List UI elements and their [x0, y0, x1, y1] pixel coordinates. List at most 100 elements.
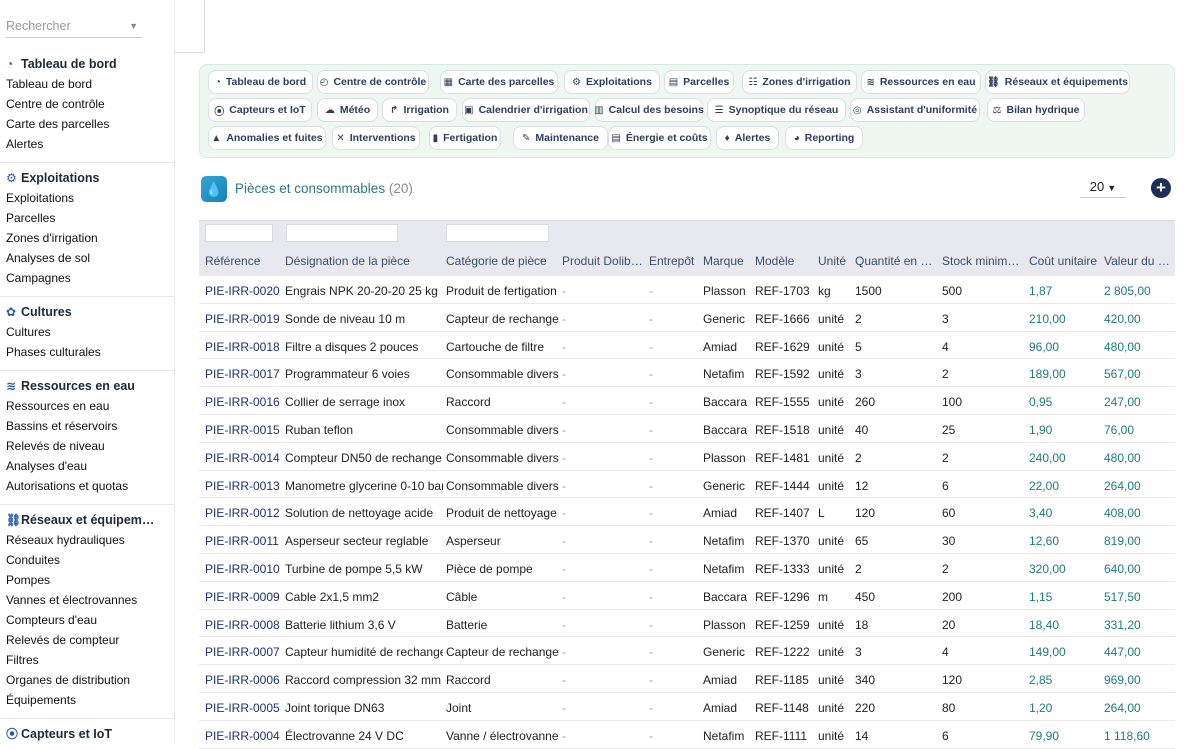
column-header[interactable]: Stock minim… — [942, 254, 1026, 268]
tab-bilan-hydrique[interactable]: ⚖ Bilan hydrique — [987, 98, 1085, 122]
column-header[interactable]: Modèle — [755, 254, 815, 268]
search-input[interactable]: Rechercher ▼ — [6, 14, 142, 38]
sidebar-item[interactable]: Tableau de bord — [6, 74, 171, 94]
table-row[interactable]: PIE-IRR-0019 Sonde de niveau 10 m Capteur … — [199, 304, 1175, 332]
table-row[interactable]: PIE-IRR-0017 Programmateur 6 voies Consomm… — [199, 359, 1175, 388]
record-link[interactable]: PIE-IRR-0020 — [205, 284, 283, 298]
record-link[interactable]: PIE-IRR-0005 — [205, 701, 283, 715]
column-header[interactable]: Produit Dolib… — [562, 254, 646, 268]
tab-assistant-d-uniformit-[interactable]: ◎ Assistant d'uniformité — [850, 98, 980, 122]
menu-group-title[interactable]: ⦿ Capteurs et IoT — [6, 724, 171, 743]
tab-ressources-en-eau[interactable]: ≋ Ressources en eau — [861, 70, 981, 94]
tab-alertes[interactable]: ♦ Alertes — [716, 126, 779, 150]
tab-anomalies-et-fuites[interactable]: ▲ Anomalies et fuites — [208, 126, 326, 150]
record-link[interactable]: PIE-IRR-0013 — [205, 479, 283, 493]
table-row[interactable]: PIE-IRR-0008 Batterie lithium 3,6 V Batter… — [199, 610, 1175, 638]
sidebar-item[interactable]: Centre de contrôle — [6, 94, 171, 114]
add-record-button[interactable]: + — [1151, 178, 1171, 198]
column-header[interactable]: Valeur du st… — [1104, 254, 1174, 268]
record-link[interactable]: PIE-IRR-0018 — [205, 340, 283, 354]
sidebar-item[interactable]: Alertes — [6, 134, 171, 154]
record-link[interactable]: PIE-IRR-0016 — [205, 395, 283, 409]
table-row[interactable]: PIE-IRR-0007 Capteur humidité de rechange… — [199, 637, 1175, 666]
table-row[interactable]: PIE-IRR-0015 Ruban teflon Consommable dive… — [199, 415, 1175, 443]
menu-group-title[interactable]: ⛓ Réseaux et équipem… — [6, 510, 171, 530]
sidebar-item[interactable]: Analyses de sol — [6, 248, 171, 268]
sidebar-item[interactable]: Parcelles — [6, 208, 171, 228]
tab-fertigation[interactable]: ▮ Fertigation — [429, 126, 501, 150]
sidebar-item[interactable]: Carte des parcelles — [6, 114, 171, 134]
column-filter-input[interactable] — [286, 224, 398, 242]
column-header[interactable]: Désignation de la pièce — [285, 254, 443, 268]
sidebar-item[interactable]: Ressources en eau — [6, 396, 171, 416]
table-row[interactable]: PIE-IRR-0016 Collier de serrage inox Racco… — [199, 387, 1175, 415]
column-header[interactable]: Catégorie de pièce — [446, 254, 560, 268]
column-header[interactable]: Unité — [818, 254, 853, 268]
record-link[interactable]: PIE-IRR-0019 — [205, 312, 283, 326]
sidebar-item[interactable]: Bassins et réservoirs — [6, 416, 171, 436]
table-row[interactable]: PIE-IRR-0011 Asperseur secteur reglable As… — [199, 526, 1175, 554]
record-link[interactable]: PIE-IRR-0011 — [205, 534, 283, 548]
chevron-down-icon[interactable]: ▼ — [129, 14, 138, 38]
sidebar-item[interactable]: Campagnes — [6, 268, 171, 288]
tab-calcul-des-besoins[interactable]: ▥ Calcul des besoins — [594, 98, 704, 122]
table-row[interactable]: PIE-IRR-0013 Manometre glycerine 0-10 bar… — [199, 471, 1175, 499]
table-row[interactable]: PIE-IRR-0004 Électrovanne 24 V DC Vanne / … — [199, 721, 1175, 749]
tab-irrigation[interactable]: ↱ Irrigation — [382, 98, 457, 122]
sidebar-item[interactable]: Pompes — [6, 570, 171, 590]
sidebar-item[interactable]: Réseaux hydrauliques — [6, 530, 171, 550]
record-link[interactable]: PIE-IRR-0007 — [205, 645, 283, 659]
record-link[interactable]: PIE-IRR-0017 — [205, 367, 283, 381]
tab-carte-des-parcelles[interactable]: ▦ Carte des parcelles — [440, 70, 558, 94]
tab--nergie-et-co-ts[interactable]: ▤ Énergie et coûts — [608, 126, 711, 150]
sidebar-item[interactable]: Équipements — [6, 690, 171, 710]
sidebar-item[interactable]: Filtres — [6, 650, 171, 670]
table-row[interactable]: PIE-IRR-0014 Compteur DN50 de rechange Con… — [199, 443, 1175, 471]
tab-maintenance[interactable]: ✎ Maintenance — [513, 126, 608, 150]
menu-group-title[interactable]: ≋ Ressources en eau — [6, 376, 171, 396]
table-row[interactable]: PIE-IRR-0006 Raccord compression 32 mm Rac… — [199, 665, 1175, 693]
tab-reporting[interactable]: ◕ Reporting — [785, 126, 863, 150]
page-size-select[interactable]: 20 ▼ — [1080, 178, 1126, 198]
menu-group-title[interactable]: ✿ Cultures — [6, 302, 171, 322]
sidebar-item[interactable]: Cultures — [6, 322, 171, 342]
tab-r-seaux-et-quipements[interactable]: ⛓ Réseaux et équipements — [985, 70, 1130, 94]
table-row[interactable]: PIE-IRR-0010 Turbine de pompe 5,5 kW Pièce… — [199, 554, 1175, 582]
record-link[interactable]: PIE-IRR-0010 — [205, 562, 283, 576]
sidebar-item[interactable]: Zones d'irrigation — [6, 228, 171, 248]
table-row[interactable]: PIE-IRR-0018 Filtre a disques 2 pouces Car… — [199, 332, 1175, 360]
column-filter-input[interactable] — [446, 224, 549, 242]
sidebar-item[interactable]: Organes de distribution — [6, 670, 171, 690]
sidebar-item[interactable]: Exploitations — [6, 188, 171, 208]
tab-synoptique-du-r-seau[interactable]: ☰ Synoptique du réseau — [707, 98, 846, 122]
sidebar-item[interactable]: Analyses d'eau — [6, 456, 171, 476]
tab-parcelles[interactable]: ▤ Parcelles — [664, 70, 734, 94]
record-link[interactable]: PIE-IRR-0009 — [205, 590, 283, 604]
tab-capteurs-et-iot[interactable]: ⦿ Capteurs et IoT — [208, 98, 312, 122]
sidebar-item[interactable]: Vannes et électrovannes — [6, 590, 171, 610]
sidebar-item[interactable]: Compteurs d'eau — [6, 610, 171, 630]
tab-zones-d-irrigation[interactable]: ☷ Zones d'irrigation — [742, 70, 857, 94]
sidebar-item[interactable]: Relevés de compteur — [6, 630, 171, 650]
sidebar-item[interactable]: Conduites — [6, 550, 171, 570]
tab-centre-de-contr-le[interactable]: ◴ Centre de contrôle — [317, 70, 429, 94]
tab-tableau-de-bord[interactable]: ◔ Tableau de bord — [208, 70, 313, 94]
table-row[interactable]: PIE-IRR-0005 Joint torique DN63 Joint - - Ami… — [199, 693, 1175, 721]
tab-m-t-o[interactable]: ☁ Météo — [317, 98, 378, 122]
column-header[interactable]: Référence — [205, 254, 283, 268]
sidebar-item[interactable]: Autorisations et quotas — [6, 476, 171, 496]
record-link[interactable]: PIE-IRR-0012 — [205, 506, 283, 520]
sidebar-item[interactable]: Relevés de niveau — [6, 436, 171, 456]
menu-group-title[interactable]: ⚙ Exploitations — [6, 168, 171, 188]
table-row[interactable]: PIE-IRR-0009 Cable 2x1,5 mm2 Câble - - Baccar… — [199, 582, 1175, 610]
record-link[interactable]: PIE-IRR-0008 — [205, 618, 283, 632]
record-link[interactable]: PIE-IRR-0014 — [205, 451, 283, 465]
column-header[interactable]: Quantité en … — [855, 254, 939, 268]
tab-calendrier-d-irrigation[interactable]: ▣ Calendrier d'irrigation — [462, 98, 590, 122]
tab-interventions[interactable]: ✕ Interventions — [332, 126, 420, 150]
column-header[interactable]: Marque — [703, 254, 753, 268]
record-link[interactable]: PIE-IRR-0004 — [205, 729, 283, 743]
table-row[interactable]: PIE-IRR-0020 Engrais NPK 20-20-20 25 kg Pr… — [199, 276, 1175, 304]
tab-exploitations[interactable]: ⚙ Exploitations — [564, 70, 660, 94]
table-row[interactable]: PIE-IRR-0012 Solution de nettoyage acide P… — [199, 498, 1175, 527]
